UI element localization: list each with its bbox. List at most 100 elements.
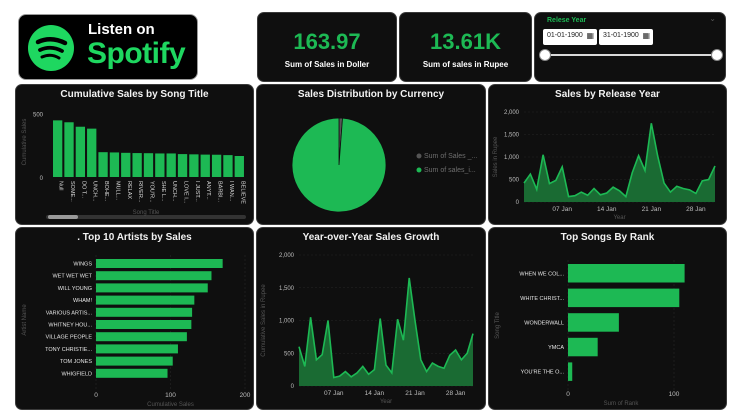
bar: [568, 264, 685, 283]
start-date-input[interactable]: 01-01-1900 ▦: [543, 29, 597, 45]
bar: [96, 368, 168, 378]
date-range-slider[interactable]: [545, 54, 715, 56]
y-tick-label: 500: [284, 351, 295, 357]
bar: [223, 155, 233, 177]
slicer-label: Relese Year: [547, 17, 587, 24]
top-songs-panel: Top Songs By Rank 0 100 WHEN WE COL... WHIT…: [488, 227, 727, 410]
bar: [64, 122, 74, 177]
y-tick-label: WHIGFIELD: [61, 371, 92, 377]
yoy-growth-panel: Year-over-Year Sales Growth 0 500 1,000 1,5…: [256, 227, 486, 410]
area-fill: [299, 277, 473, 386]
x-tick-label: Null: [58, 181, 64, 190]
y-tick-label: TOM JONES: [60, 359, 92, 365]
y-tick-label: WONDERWALL: [524, 320, 564, 326]
bar: [53, 120, 63, 177]
bar: [96, 271, 212, 281]
bar: [143, 153, 154, 177]
x-tick-label: BARBI...: [217, 181, 223, 203]
bar: [568, 362, 573, 381]
x-tick-label: 28 Jan: [446, 390, 466, 397]
release-year-area-chart: 0 500 1,000 1,500 2,000 07 Jan 14 Jan 21 Jan 28 …: [493, 110, 716, 221]
x-tick-label: YOU'R...: [148, 181, 154, 203]
y-tick-label: WET WET WET: [52, 274, 92, 280]
bar: [96, 259, 223, 268]
x-tick-label: SHE L...: [160, 181, 166, 202]
bar: [166, 153, 176, 177]
yoy-growth-area-chart: 0 500 1,000 1,500 2,000 07 Jan 14 Jan 21 Jan 28 …: [261, 253, 474, 405]
y-tick-label: 1,000: [279, 319, 295, 325]
kpi-card-dollar: 163.97 Sum of Sales in Doller: [257, 12, 397, 82]
x-tick-label: LOVE I...: [183, 181, 189, 204]
bar: [96, 283, 208, 293]
y-tick-label: VILLAGE PEOPLE: [46, 335, 93, 341]
bar: [96, 356, 173, 366]
x-tick-label: 100: [165, 392, 176, 399]
cumulative-sales-chart: 0 500 Cumulative Sales Null SOME... DO T... UN…: [22, 112, 246, 219]
end-date-input[interactable]: 31-01-1900 ▦: [599, 29, 653, 45]
kpi-label: Sum of sales in Rupee: [422, 60, 509, 69]
slider-end-handle[interactable]: [711, 49, 723, 61]
x-tick-label: 0: [566, 391, 570, 398]
x-tick-label: 100: [669, 391, 680, 398]
y-axis-label: Song Title: [495, 311, 501, 338]
bar: [96, 295, 195, 305]
spotify-logo-icon: [28, 25, 74, 71]
bar: [98, 152, 108, 177]
bar: [96, 344, 178, 354]
kpi-label: Sum of Sales in Doller: [284, 60, 370, 69]
bar: [211, 154, 222, 177]
bar: [200, 154, 210, 177]
y-tick-label: 0: [40, 176, 44, 182]
x-tick-label: I WAN...: [228, 181, 234, 202]
legend-marker: [416, 167, 422, 173]
y-tick-label: WHITE CHRIST...: [520, 296, 564, 302]
bar: [121, 152, 131, 177]
top-artists-panel: . Top 10 Artists by Sales 0 100 200 WINGS WE…: [15, 227, 254, 410]
calendar-icon[interactable]: ▦: [642, 31, 650, 40]
legend-label: Sum of sales_i...: [424, 167, 476, 174]
x-tick-label: 21 Jan: [642, 206, 662, 213]
end-date-value: 31-01-1900: [603, 32, 639, 39]
legend-marker: [416, 153, 422, 159]
y-tick-label: WHITNEY HOU...: [48, 323, 92, 329]
y-axis-label: Cumulative Sales in Rupee: [261, 284, 267, 357]
currency-pie-chart: Sum of Sales _... Sum of sales_i...: [291, 117, 477, 213]
x-tick-label: 07 Jan: [324, 390, 344, 397]
top-songs-bar-chart: 0 100 WHEN WE COL... WHITE CHRIST... WONDERW…: [495, 260, 685, 407]
slider-start-handle[interactable]: [539, 49, 551, 61]
calendar-icon[interactable]: ▦: [586, 31, 594, 40]
y-tick-label: 500: [509, 178, 520, 184]
y-tick-label: TONY CHRISTIE...: [45, 347, 92, 353]
y-axis-label: Artist Name: [22, 304, 28, 336]
y-tick-label: 2,000: [279, 253, 295, 259]
y-tick-label: WINGS: [73, 262, 92, 268]
x-tick-label: UNCH...: [171, 181, 177, 202]
kpi-value: 163.97: [293, 29, 361, 54]
y-tick-label: 2,000: [504, 110, 520, 116]
x-tick-label: SOME...: [69, 181, 75, 202]
x-tick-label: BOHE...: [103, 181, 109, 202]
x-axis-label: Year: [613, 215, 625, 221]
bar: [177, 154, 188, 177]
x-tick-label: 28 Jan: [686, 206, 706, 213]
x-tick-label: 21 Jan: [405, 390, 425, 397]
logo-listen-on-text: Listen on: [88, 21, 155, 38]
bar: [234, 156, 244, 177]
chevron-down-icon[interactable]: ⌄: [709, 14, 716, 23]
release-year-panel: Sales by Release Year 0 500 1,000 1,500 2,00…: [488, 84, 727, 225]
y-tick-label: 500: [33, 112, 44, 118]
pie-slice: [291, 117, 387, 213]
y-tick-label: WILL YOUNG: [58, 286, 92, 292]
bar: [96, 320, 192, 329]
bar: [75, 126, 86, 177]
y-tick-label: 1,000: [504, 155, 520, 161]
x-tick-label: 0: [94, 392, 98, 399]
top-artists-bar-chart: 0 100 200 WINGS WET WET WET WILL YOUNG WHAM! VA…: [22, 255, 251, 408]
logo-brand-text: Spotify: [87, 37, 186, 70]
y-tick-label: 0: [291, 384, 295, 390]
currency-distribution-panel: Sales Distribution by Currency Sum of Sa…: [256, 84, 486, 225]
bar: [132, 153, 142, 177]
x-tick-label: UNCH...: [92, 181, 98, 202]
spotify-logo-card: Listen on Spotify: [18, 14, 198, 80]
y-tick-label: YOU'RE THE O...: [521, 370, 565, 376]
